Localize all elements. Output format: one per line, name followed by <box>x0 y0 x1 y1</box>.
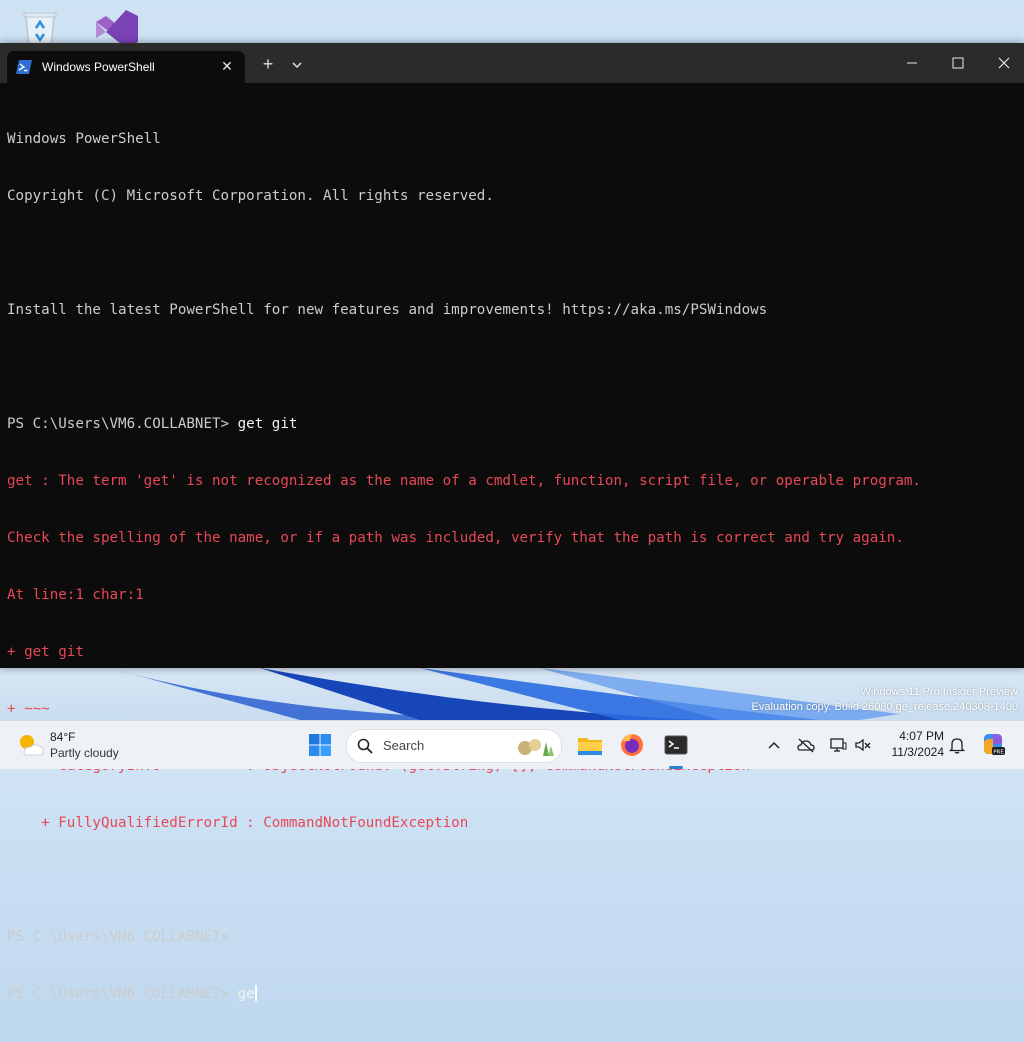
search-label: Search <box>383 738 425 753</box>
prompt-line: PS C:\Users\VM6.COLLABNET> get git <box>7 415 1017 434</box>
recycle-bin-icon[interactable] <box>16 8 64 48</box>
svg-text:PRE: PRE <box>993 750 1004 756</box>
show-hidden-icons-chevron-icon[interactable] <box>764 735 784 755</box>
new-tab-button[interactable]: + <box>258 55 278 75</box>
tab-label: Windows PowerShell <box>42 60 155 74</box>
console-line: Copyright (C) Microsoft Corporation. All… <box>7 188 494 204</box>
error-line: Check the spelling of the name, or if a … <box>7 530 904 546</box>
prompt: PS C:\Users\VM6.COLLABNET> <box>7 416 238 432</box>
notification-bell-icon[interactable] <box>948 735 966 755</box>
chevron-down-icon[interactable] <box>288 55 306 75</box>
speaker-muted-icon[interactable] <box>853 735 873 755</box>
weather-condition: Partly cloudy <box>50 746 119 760</box>
clock-time: 4:07 PM <box>899 729 944 743</box>
system-clock[interactable]: 4:07 PM 11/3/2024 <box>884 728 945 760</box>
weather-widget[interactable]: 84°F Partly cloudy <box>16 728 156 764</box>
powershell-window: Windows PowerShell ✕ + Windows PowerShel… <box>0 43 1024 1002</box>
copilot-icon[interactable]: PRE <box>980 731 1006 757</box>
error-line: At line:1 char:1 <box>7 587 144 603</box>
error-line: + ~~~ <box>7 701 50 717</box>
powershell-icon <box>16 60 32 74</box>
prompt-line: PS C:\Users\VM6.COLLABNET> <box>7 928 1017 947</box>
text-cursor <box>254 985 257 1001</box>
tab-close-icon[interactable]: ✕ <box>219 57 235 75</box>
terminal-icon[interactable] <box>660 729 692 761</box>
windows-start-icon[interactable] <box>308 733 332 757</box>
firefox-icon[interactable] <box>616 729 648 761</box>
visual-studio-icon[interactable] <box>92 8 140 48</box>
command: get git <box>237 416 298 432</box>
maximize-button[interactable] <box>938 51 978 75</box>
search-icon <box>357 738 373 754</box>
prompt: PS C:\Users\VM6.COLLABNET> <box>7 929 230 945</box>
console-line: Windows PowerShell <box>7 131 161 147</box>
clock-date: 11/3/2024 <box>891 745 945 759</box>
search-highlight-icon <box>518 739 554 756</box>
command-input[interactable]: ge <box>238 986 255 1002</box>
close-window-button[interactable] <box>984 51 1024 75</box>
minimize-button[interactable] <box>892 51 932 75</box>
console-line: Install the latest PowerShell for new fe… <box>7 302 768 318</box>
weather-temp: 84°F <box>50 730 76 744</box>
error-line: + get git <box>7 644 84 660</box>
file-explorer-icon[interactable] <box>574 729 606 761</box>
tab-windows-powershell[interactable]: Windows PowerShell ✕ <box>7 51 245 83</box>
taskbar: 84°F Partly cloudy Search 4:07 PM 11/3/2… <box>0 720 1024 769</box>
error-line: + FullyQualifiedErrorId : CommandNotFoun… <box>7 815 469 831</box>
search-box[interactable]: Search <box>346 729 562 763</box>
active-prompt-line[interactable]: PS C:\Users\VM6.COLLABNET> ge <box>7 985 1017 1004</box>
title-bar[interactable]: Windows PowerShell ✕ + <box>0 43 1024 83</box>
onedrive-offline-icon[interactable] <box>796 735 816 755</box>
prompt: PS C:\Users\VM6.COLLABNET> <box>7 986 238 1002</box>
partly-cloudy-icon <box>20 735 44 756</box>
display-icon[interactable] <box>828 735 848 755</box>
error-line: get : The term 'get' is not recognized a… <box>7 473 921 489</box>
console-output[interactable]: Windows PowerShell Copyright (C) Microso… <box>7 92 1017 1002</box>
